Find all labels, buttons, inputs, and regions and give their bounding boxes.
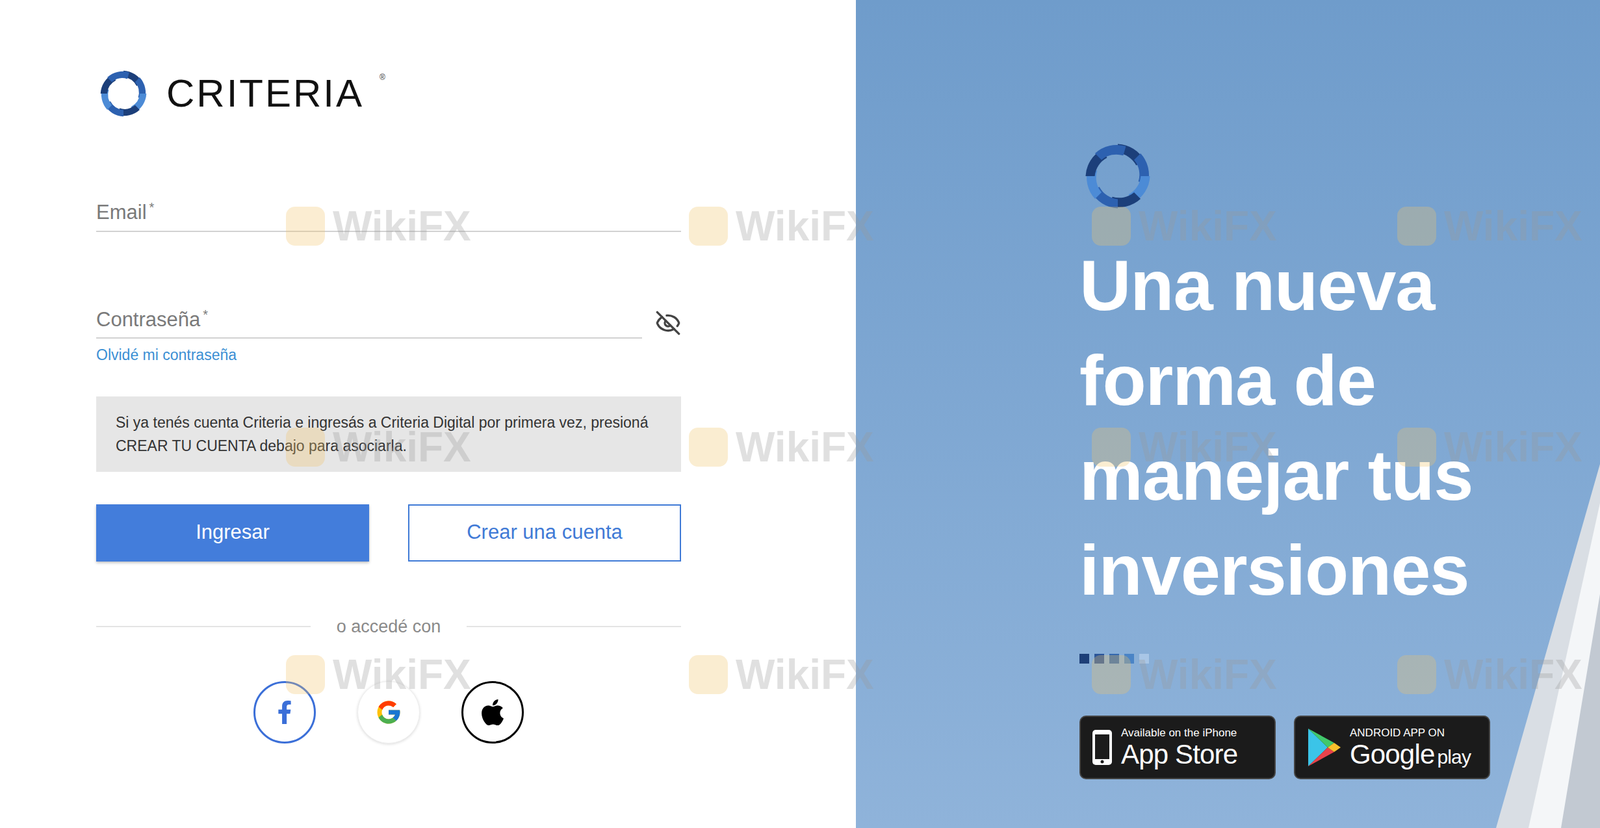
apple-login-button[interactable] (461, 681, 524, 744)
carousel-dot[interactable] (1094, 653, 1105, 664)
watermark: WikiFX (1091, 643, 1278, 706)
login-page: CRITERIA® Email* Contraseña* Olvidé mi cont… (0, 0, 1600, 828)
carousel-dot[interactable] (1079, 653, 1090, 664)
social-logins (96, 681, 682, 744)
hero-headline: Una nuevaforma demanejar tusinversiones (1079, 237, 1600, 618)
watermark-icon (1091, 427, 1131, 467)
watermark-icon (1091, 206, 1131, 246)
google-store-badge[interactable]: ANDROID APP ONGoogleplay (1293, 715, 1491, 780)
forgot-password-link[interactable]: Olvidé mi contraseña (96, 343, 682, 367)
login-panel: CRITERIA® Email* Contraseña* Olvidé mi cont… (0, 0, 856, 828)
iphone-icon (1091, 728, 1114, 767)
create-account-button[interactable]: Crear una cuenta (408, 504, 682, 562)
watermark-icon (1091, 655, 1131, 695)
social-divider: o accedé con (96, 613, 682, 641)
watermark-layer: WikiFX WikiFX WikiFX WikiFX WikiFX WikiFX Wiki… (0, 0, 1600, 828)
watermark-icon (1397, 206, 1437, 246)
watermark: WikiFX (1397, 415, 1583, 479)
hero-panel: Una nuevaforma demanejar tusinversiones A… (855, 0, 1600, 828)
brand-ring-icon (96, 66, 151, 121)
facebook-icon (272, 700, 297, 724)
watermark-icon (688, 427, 728, 467)
watermark-icon (688, 655, 728, 695)
watermark: WikiFX (688, 643, 875, 706)
watermark: WikiFX (1397, 194, 1583, 258)
google-login-button[interactable] (357, 681, 420, 744)
store-badges: Available on the iPhoneApp Store ANDROID … (1079, 715, 1600, 780)
watermark: WikiFX (1091, 415, 1278, 479)
watermark-icon (285, 206, 325, 246)
watermark: WikiFX (285, 194, 472, 258)
watermark: WikiFX (688, 194, 875, 258)
google-icon (374, 698, 403, 726)
carousel-dot[interactable] (1139, 653, 1149, 664)
brand-logo: CRITERIA® (96, 66, 856, 121)
carousel-dot[interactable] (1124, 653, 1135, 664)
watermark: WikiFX (285, 415, 472, 479)
apple-store-badge[interactable]: Available on the iPhoneApp Store (1079, 715, 1276, 780)
text-field[interactable]: Email* (96, 197, 682, 233)
watermark-icon (285, 655, 325, 695)
watermark: WikiFX (1397, 643, 1583, 706)
hero-ring-icon (1079, 137, 1157, 215)
watermark-icon (285, 427, 325, 467)
watermark-icon (688, 206, 728, 246)
notice-box: Si ya tenés cuenta Criteria e ingresás a… (96, 396, 682, 472)
watermark-icon (1397, 655, 1437, 695)
watermark: WikiFX (1091, 194, 1278, 258)
login-form: Email* Contraseña* Olvidé mi contraseña Si … (96, 197, 682, 744)
facebook-login-button[interactable] (253, 681, 316, 744)
watermark-icon (1397, 427, 1437, 467)
carousel-dots (1079, 653, 1600, 664)
password-field[interactable]: Contraseña* (96, 304, 682, 340)
carousel-dot[interactable] (1109, 653, 1120, 664)
apple-icon (477, 697, 508, 728)
show-password-icon[interactable] (655, 309, 682, 336)
google-play-icon (1305, 727, 1342, 768)
watermark: WikiFX (688, 415, 875, 479)
watermark: WikiFX (285, 643, 472, 706)
login-button[interactable]: Ingresar (96, 504, 370, 562)
